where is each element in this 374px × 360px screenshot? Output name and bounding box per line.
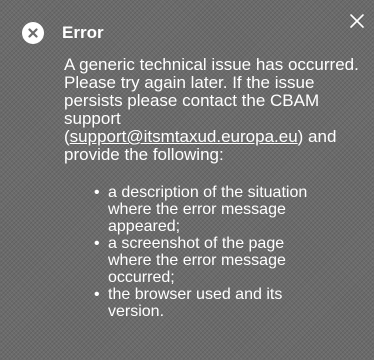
required-info-list: a description of the situation where the… [64,184,364,320]
list-item: a screenshot of the page where the error… [64,235,318,286]
error-toast: Error A generic technical issue has occu… [0,0,374,360]
support-email-link[interactable]: support@itsmtaxud.europa.eu [70,127,298,146]
toast-title: Error [62,23,104,42]
toast-body: A generic technical issue has occurred. … [64,56,364,321]
list-item: a description of the situation where the… [64,184,318,235]
toast-header: Error [22,22,104,44]
close-icon[interactable] [346,10,368,32]
error-circle-x-icon [22,22,44,44]
error-message: A generic technical issue has occurred. … [64,56,364,164]
list-item: the browser used and its version. [64,286,318,320]
